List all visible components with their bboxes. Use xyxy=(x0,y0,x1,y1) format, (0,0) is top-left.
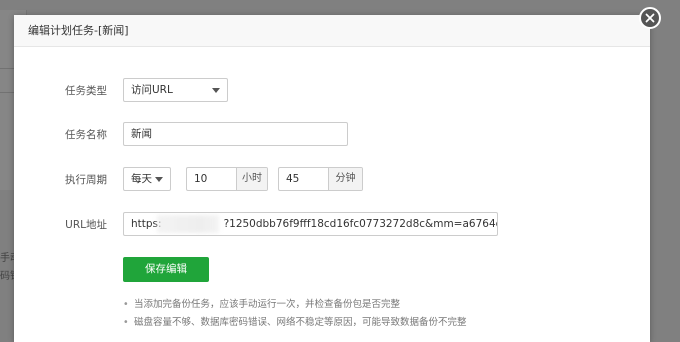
period-label: 执行周期 xyxy=(65,174,107,186)
redaction-blur xyxy=(157,215,219,233)
frequency-value: 每天 xyxy=(131,173,152,185)
hour-value: 10 xyxy=(194,173,208,185)
caret-down-icon xyxy=(212,88,220,93)
hour-input[interactable]: 10 小时 xyxy=(186,167,268,191)
task-name-row: 任务名称 新闻 xyxy=(14,122,650,148)
url-input[interactable]: https: ?1250dbb76f9fff18cd16fc0773272d8c&… xyxy=(123,212,498,236)
frequency-select[interactable]: 每天 xyxy=(123,167,171,191)
close-icon xyxy=(645,13,655,23)
tips-list: 当添加完备份任务，应该手动运行一次，并检查备份包是否完整 磁盘容量不够、数据库密… xyxy=(123,296,467,332)
tip-item: 当添加完备份任务，应该手动运行一次，并检查备份包是否完整 xyxy=(123,296,467,314)
url-value-suffix: ?1250dbb76f9fff18cd16fc0773272d8c&mm=a67… xyxy=(223,218,497,230)
hour-unit: 小时 xyxy=(236,168,267,190)
save-button[interactable]: 保存编辑 xyxy=(123,257,209,282)
period-row: 执行周期 每天 10 小时 45 分钟 xyxy=(14,167,650,193)
caret-down-icon xyxy=(155,177,163,182)
task-type-value: 访问URL xyxy=(131,84,173,96)
close-circle-icon[interactable] xyxy=(639,7,661,29)
tip-item: 磁盘容量不够、数据库密码错误、网络不稳定等原因，可能导致数据备份不完整 xyxy=(123,314,467,332)
task-type-row: 任务类型 访问URL xyxy=(14,78,650,104)
minute-unit: 分钟 xyxy=(328,168,362,190)
url-row: URL地址 https: ?1250dbb76f9fff18cd16fc07732… xyxy=(14,212,650,238)
task-name-input[interactable]: 新闻 xyxy=(123,122,348,146)
task-type-label: 任务类型 xyxy=(65,85,107,97)
edit-task-dialog: 编辑计划任务-[新闻] 任务类型 访问URL 任务名称 新闻 执行周期 每天 1… xyxy=(14,15,650,342)
dialog-title: 编辑计划任务-[新闻] xyxy=(14,15,650,47)
task-type-select[interactable]: 访问URL xyxy=(123,78,228,102)
minute-value: 45 xyxy=(286,173,300,185)
minute-input[interactable]: 45 分钟 xyxy=(278,167,363,191)
url-label: URL地址 xyxy=(65,219,107,231)
task-name-label: 任务名称 xyxy=(65,129,107,141)
